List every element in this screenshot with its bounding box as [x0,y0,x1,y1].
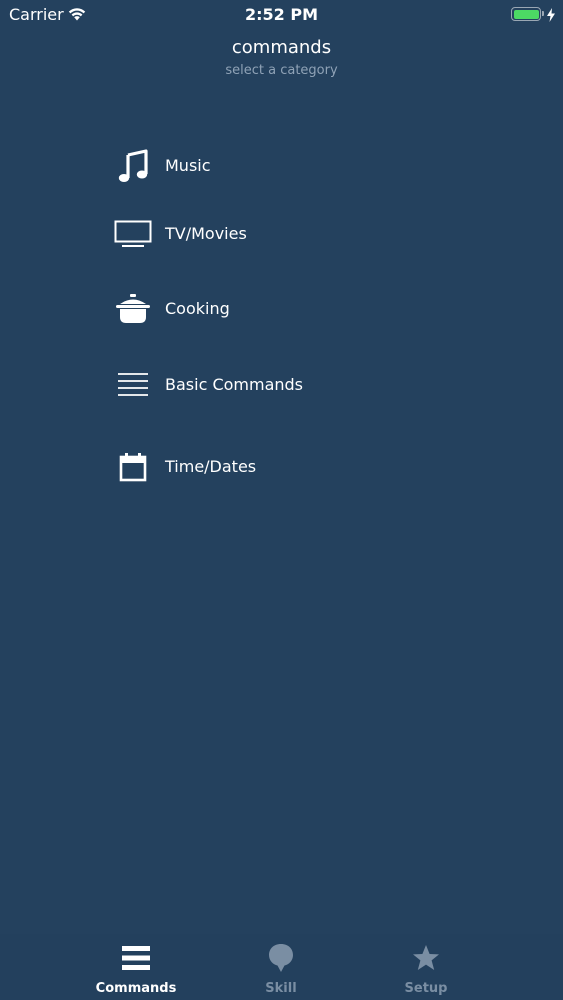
menu-lines-icon [66,942,206,974]
page-title: commands [231,37,332,58]
music-note-icon [112,146,154,186]
speech-bubble-icon [211,942,351,974]
category-label: TV/Movies [165,224,247,243]
tab-commands[interactable]: Commands [66,934,206,1000]
tab-bar: Commands Skill Setup [0,934,563,1000]
category-label: Time/Dates [165,457,257,476]
calendar-icon [112,447,154,487]
status-time: 2:52 PM [244,5,318,24]
header: commands select a category [0,36,563,81]
category-music[interactable]: Music [112,146,432,186]
category-time-dates[interactable]: Time/Dates [112,447,432,487]
star-icon [356,942,496,974]
list-lines-icon [112,365,154,405]
tab-label: Skill [265,981,297,996]
page-subtitle: select a category [225,63,338,78]
battery-tip [542,11,544,16]
tab-label: Setup [404,981,448,996]
category-tv-movies[interactable]: TV/Movies [112,214,432,254]
battery-fill [513,9,539,19]
battery-icon [511,7,544,21]
category-label: Music [165,156,211,175]
category-label: Cooking [165,299,230,318]
status-bar: Carrier 2:52 PM [0,0,563,30]
category-basic-commands[interactable]: Basic Commands [112,365,432,405]
tab-setup[interactable]: Setup [356,934,496,1000]
tv-icon [112,214,154,254]
tab-skill[interactable]: Skill [211,934,351,1000]
tab-label: Commands [95,981,177,996]
charging-bolt-icon [547,7,555,26]
cooking-pot-icon [112,289,154,329]
category-cooking[interactable]: Cooking [112,289,432,329]
category-label: Basic Commands [165,375,304,394]
